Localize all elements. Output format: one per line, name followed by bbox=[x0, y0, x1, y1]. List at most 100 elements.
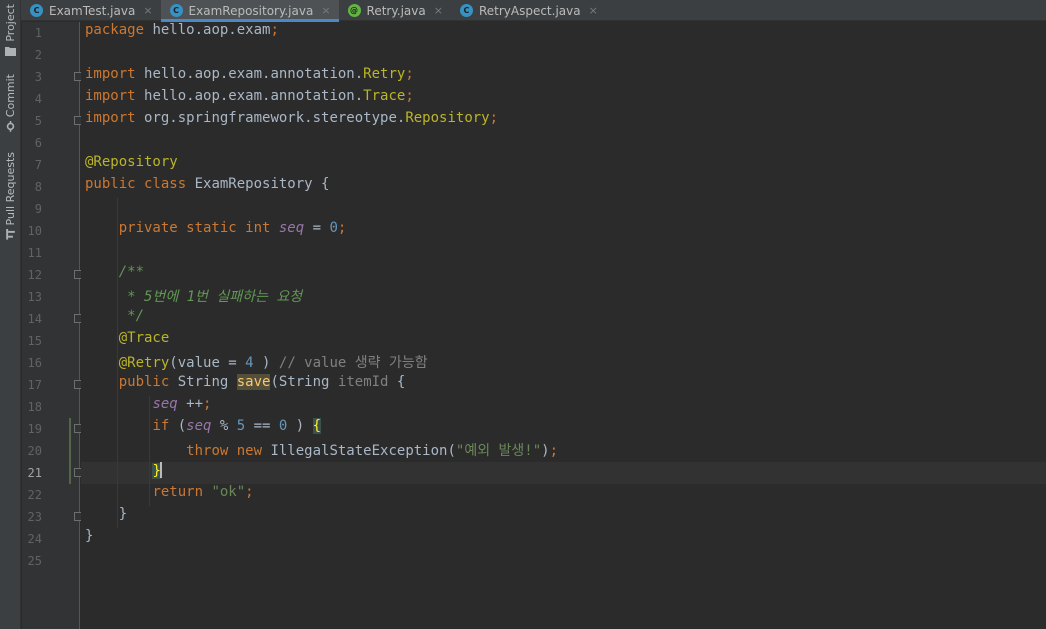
editor-tab[interactable]: C ExamTest.java × bbox=[21, 0, 161, 21]
line-number: 19 bbox=[27, 422, 42, 436]
code-token: ++ bbox=[177, 396, 204, 412]
code-token: @Retry bbox=[118, 355, 170, 371]
line-number-gutter[interactable]: 1 2 3 4 5 6 7 8 9 10 11 12 13 14 15 16 17 18 19 20 21 22 23 24 2… bbox=[22, 22, 83, 629]
code-line: public String save(String itemId { bbox=[85, 374, 405, 396]
code-token: ) bbox=[295, 418, 313, 434]
code-token: ; bbox=[337, 220, 347, 236]
pull-requests-tool-button[interactable]: Pull Requests bbox=[0, 152, 21, 240]
code-token: public bbox=[118, 374, 170, 390]
project-tool-button[interactable]: Project bbox=[0, 2, 21, 56]
code-line: throw new IllegalStateException("예외 발생!"… bbox=[85, 440, 558, 462]
text-caret bbox=[159, 462, 162, 478]
code-token: ; bbox=[489, 110, 499, 126]
line-number: 9 bbox=[34, 202, 42, 216]
code-token: IllegalStateException( bbox=[270, 443, 456, 459]
code-token: import bbox=[85, 66, 136, 82]
code-token: */ bbox=[127, 308, 145, 324]
code-line: /** bbox=[85, 264, 144, 286]
close-icon[interactable]: × bbox=[589, 4, 598, 17]
code-token: import bbox=[85, 110, 136, 126]
code-token: ; bbox=[405, 66, 414, 82]
code-token: return bbox=[152, 484, 204, 500]
annotation-file-icon: @ bbox=[347, 4, 361, 17]
code-token: ) bbox=[262, 355, 279, 371]
line-number: 10 bbox=[27, 224, 42, 238]
code-line: seq ++; bbox=[85, 396, 211, 418]
code-token: ; bbox=[245, 484, 254, 500]
editor-tab-bar: C ExamTest.java × C ExamRepository.java × @ Ret… bbox=[21, 0, 1046, 22]
code-token: // value 생략 가능함 bbox=[278, 355, 428, 371]
line-number: 18 bbox=[27, 400, 42, 414]
editor-tab[interactable]: C ExamRepository.java × bbox=[160, 0, 339, 22]
line-number: 22 bbox=[27, 488, 42, 502]
tab-label: Retry.java bbox=[366, 3, 426, 18]
code-token: Repository bbox=[405, 110, 490, 126]
code-token: save bbox=[236, 374, 271, 390]
commit-tool-button[interactable]: Commit bbox=[0, 74, 21, 132]
code-token: throw new bbox=[186, 443, 263, 459]
code-token: 4 bbox=[245, 355, 254, 371]
code-token: ; bbox=[405, 88, 414, 104]
tab-label: ExamTest.java bbox=[49, 3, 136, 18]
commit-tool-label: Commit bbox=[4, 74, 17, 118]
code-token: ; bbox=[549, 443, 559, 459]
code-line: if (seq % 5 == 0 ) { bbox=[85, 418, 322, 440]
line-number: 8 bbox=[34, 180, 42, 194]
editor-tab[interactable]: @ Retry.java × bbox=[339, 0, 451, 21]
code-line: public class ExamRepository { bbox=[85, 176, 329, 198]
code-token: * 5번에 1번 실패하는 요청 bbox=[127, 289, 303, 305]
code-token: 0 bbox=[329, 220, 338, 236]
code-line: import hello.aop.exam.annotation.Trace; bbox=[85, 88, 414, 110]
code-line: } bbox=[85, 462, 162, 484]
code-token: itemId bbox=[337, 374, 389, 390]
close-icon[interactable]: × bbox=[143, 4, 152, 17]
code-token: ) bbox=[541, 443, 550, 459]
code-token: } bbox=[85, 528, 94, 544]
code-token: (String bbox=[270, 374, 338, 390]
code-token: 0 bbox=[278, 418, 288, 434]
line-number: 15 bbox=[27, 334, 42, 348]
code-line: return "ok"; bbox=[85, 484, 254, 506]
tab-label: RetryAspect.java bbox=[478, 3, 581, 18]
code-token: package bbox=[85, 22, 145, 38]
java-class-icon: C bbox=[169, 4, 183, 17]
code-line: */ bbox=[85, 308, 144, 330]
code-token: (value = bbox=[169, 355, 246, 371]
line-number: 14 bbox=[27, 312, 42, 326]
code-line: * 5번에 1번 실패하는 요청 bbox=[85, 286, 302, 308]
code-token: seq bbox=[278, 220, 305, 236]
code-token: seq bbox=[152, 396, 178, 412]
close-icon[interactable]: × bbox=[434, 4, 443, 17]
code-line: @Trace bbox=[85, 330, 170, 352]
line-number: 24 bbox=[27, 532, 42, 546]
code-token: if bbox=[152, 418, 170, 434]
close-icon[interactable]: × bbox=[321, 4, 330, 17]
editor-tab[interactable]: C RetryAspect.java × bbox=[451, 0, 606, 21]
code-token: = bbox=[304, 220, 330, 236]
code-token: "ok" bbox=[211, 484, 246, 500]
folder-icon bbox=[5, 47, 16, 56]
code-token: hello.aop.exam.annotation. bbox=[144, 88, 364, 104]
line-number: 4 bbox=[34, 92, 42, 106]
code-editor[interactable]: package hello.aop.exam; import hello.aop.… bbox=[81, 22, 1046, 629]
code-token: seq bbox=[186, 418, 212, 434]
code-token: hello.aop.exam.annotation. bbox=[144, 66, 364, 82]
line-number: 23 bbox=[27, 510, 42, 524]
code-token: org.springframework.stereotype. bbox=[144, 110, 406, 126]
line-number: 3 bbox=[34, 70, 42, 84]
code-token: @Repository bbox=[85, 154, 178, 170]
line-number: 21 bbox=[27, 466, 42, 480]
code-token: hello.aop.exam bbox=[152, 22, 271, 38]
code-token: import bbox=[85, 88, 136, 104]
vcs-change-marker[interactable] bbox=[69, 418, 71, 484]
code-token: @Trace bbox=[118, 330, 170, 346]
